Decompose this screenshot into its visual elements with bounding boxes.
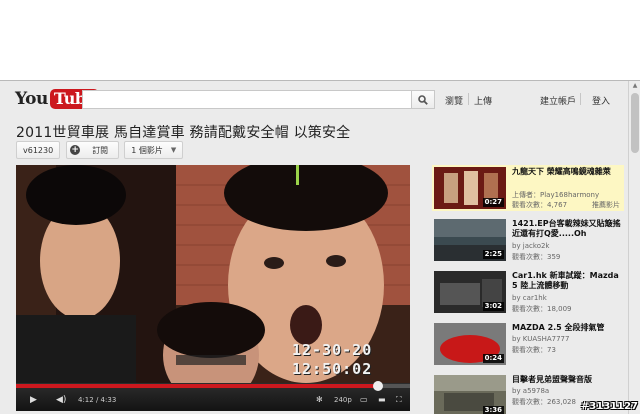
progress-fill xyxy=(16,384,379,388)
video-thumbnail[interactable]: 3:02 xyxy=(434,271,506,313)
search-button[interactable] xyxy=(411,90,435,109)
fullscreen-icon[interactable]: ⛶ xyxy=(396,395,402,405)
watermark: #3131127 xyxy=(580,401,638,412)
timestamp-time: 12:50:02 xyxy=(292,360,373,378)
related-video-uploader: 上傳者：Play168harmony xyxy=(512,191,600,199)
browse-link[interactable]: 瀏覽 xyxy=(445,94,463,107)
related-video-title[interactable]: 九龍天下 榮耀高鳴鏡魂雜萊 xyxy=(512,167,624,177)
duration: 4:33 xyxy=(100,396,117,404)
settings-icon[interactable]: ✻ xyxy=(316,395,323,404)
scrollbar-thumb[interactable] xyxy=(631,93,639,153)
expand-icon[interactable]: ▬ xyxy=(378,395,386,404)
featured-label: 推薦影片 xyxy=(592,201,620,209)
related-video-views: 觀看次數：73 xyxy=(512,346,556,354)
volume-icon[interactable]: ◀) xyxy=(56,395,66,405)
video-thumbnail[interactable]: 2:25 xyxy=(434,219,506,261)
divider xyxy=(580,93,581,105)
scrollbar[interactable]: ▲ xyxy=(628,81,640,414)
plus-icon: + xyxy=(70,145,81,155)
related-video-item[interactable]: 0:27 九龍天下 榮耀高鳴鏡魂雜萊 上傳者：Play168harmony 觀看… xyxy=(432,165,624,211)
related-video-title[interactable]: MAZDA 2.5 全段排氣管 xyxy=(512,323,624,333)
related-video-views: 觀看次數：359 xyxy=(512,253,561,261)
subscribe-label: 訂閱 xyxy=(92,145,109,155)
chevron-down-icon: ▼ xyxy=(170,146,177,154)
logo-you-text: You xyxy=(15,89,48,109)
sign-in-link[interactable]: 登入 xyxy=(592,94,610,107)
subscribe-button[interactable]: + 訂閱 xyxy=(66,141,120,159)
player-controls: ▶ ◀) 4:12 / 4:33 ✻ 240p ▭ ▬ ⛶ xyxy=(16,381,410,411)
related-video-title[interactable]: Car1.hk 新車試蹤：Mazda 5 陸上流體移動 xyxy=(512,271,624,291)
divider xyxy=(468,93,469,105)
related-video-item[interactable]: 0:24 MAZDA 2.5 全段排氣管 by KUASHA7777 觀看次數：… xyxy=(432,321,624,367)
related-video-uploader: by a5978a xyxy=(512,387,550,395)
related-video-views: 觀看次數：263,028 xyxy=(512,398,576,406)
related-video-views: 觀看次數：4,767 xyxy=(512,201,568,209)
quality-label[interactable]: 240p xyxy=(334,396,352,404)
related-video-title[interactable]: 目擊者見弟盟聲聲音版 xyxy=(512,375,624,385)
duration-badge: 0:24 xyxy=(482,354,504,363)
related-video-uploader: by jacko2k xyxy=(512,242,550,250)
related-video-item[interactable]: 2:25 1421.EP台客載辣妹又貼簸搖近還有打Q愛.....Oh by ja… xyxy=(432,217,624,263)
video-player[interactable]: 12-30-20 12:50:02 ▶ ◀) 4:12 / 4:33 ✻ 240… xyxy=(16,165,410,411)
related-video-title[interactable]: 1421.EP台客載辣妹又貼簸搖近還有打Q愛.....Oh xyxy=(512,219,624,239)
progress-bar[interactable] xyxy=(16,381,410,391)
youtube-window: You Tube 瀏覽 上傳 建立帳戶 登入 2011世貿車展 馬自達賞車 務請… xyxy=(0,80,640,414)
video-frame[interactable]: 12-30-20 12:50:02 xyxy=(16,165,410,383)
search-icon xyxy=(418,94,428,105)
search-input[interactable] xyxy=(82,90,412,109)
progress-handle[interactable] xyxy=(373,381,384,391)
video-thumbnail[interactable]: 3:36 xyxy=(434,375,506,414)
related-video-uploader: by KUASHA7777 xyxy=(512,335,570,343)
video-count-dropdown[interactable]: 1 個影片 ▼ xyxy=(124,141,184,159)
current-time: 4:12 xyxy=(78,396,94,404)
masthead: You Tube 瀏覽 上傳 建立帳戶 登入 xyxy=(0,81,628,117)
timestamp-date: 12-30-20 xyxy=(292,341,373,359)
duration-badge: 2:25 xyxy=(482,250,504,259)
channel-action-row: v61230 + 訂閱 1 個影片 ▼ xyxy=(16,141,184,159)
video-title: 2011世貿車展 馬自達賞車 務請配戴安全帽 以策安全 xyxy=(16,125,351,141)
play-icon[interactable]: ▶ xyxy=(30,395,37,405)
duration-badge: 3:02 xyxy=(482,302,504,311)
video-thumbnail[interactable]: 0:27 xyxy=(434,167,506,209)
duration-badge: 0:27 xyxy=(482,198,504,207)
related-video-uploader: by car1hk xyxy=(512,294,547,302)
scroll-up-icon[interactable]: ▲ xyxy=(629,81,640,91)
upload-link[interactable]: 上傳 xyxy=(474,94,492,107)
related-video-views: 觀看次數：18,009 xyxy=(512,305,572,313)
popout-icon[interactable]: ▭ xyxy=(360,395,368,404)
duration-badge: 3:36 xyxy=(482,406,504,414)
channel-name-button[interactable]: v61230 xyxy=(16,141,61,159)
video-thumbnail[interactable]: 0:24 xyxy=(434,323,506,365)
create-account-link[interactable]: 建立帳戶 xyxy=(540,94,576,107)
video-count-label: 1 個影片 xyxy=(131,145,163,155)
time-display: 4:12 / 4:33 xyxy=(78,396,117,404)
related-video-item[interactable]: 3:02 Car1.hk 新車試蹤：Mazda 5 陸上流體移動 by car1… xyxy=(432,269,624,315)
